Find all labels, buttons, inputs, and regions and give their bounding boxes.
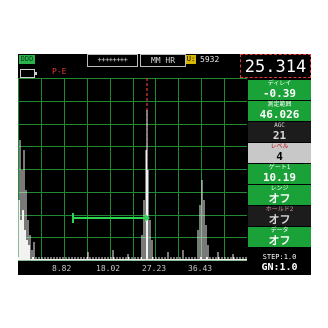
gain-value: GN:1.0 bbox=[261, 262, 298, 273]
battery-icon bbox=[20, 69, 37, 78]
parameter-panel: ディレイ -0.39 測定範囲 46.026 AGC 21 レベル 4 ゲート1… bbox=[248, 80, 311, 275]
x-tick-label: 36.43 bbox=[188, 264, 213, 273]
thickness-reading: 25.314 bbox=[240, 54, 311, 78]
plot-grid bbox=[18, 78, 247, 261]
a-scan-plot: 8.82 18.02 27.23 36.43 bbox=[18, 78, 247, 275]
flaw-detector-screen: DDD ++++++++ MM HR U: 5932 25.314 P-E 8.… bbox=[18, 54, 311, 275]
gate-marker bbox=[72, 213, 150, 223]
channel-badge: DDD bbox=[19, 55, 35, 64]
param-agc[interactable]: AGC 21 bbox=[248, 122, 311, 142]
param-hold2[interactable]: ホールド2 オフ bbox=[248, 206, 311, 226]
x-tick-label: 27.23 bbox=[142, 264, 167, 273]
param-range-toggle[interactable]: レンジ オフ bbox=[248, 185, 311, 205]
u-label: U: bbox=[186, 55, 196, 64]
u-value: 5932 bbox=[200, 55, 220, 64]
param-range[interactable]: 測定範囲 46.026 bbox=[248, 101, 311, 121]
step-gain-readout: STEP:1.0 GN:1.0 bbox=[248, 252, 311, 275]
param-gate1[interactable]: ゲート1 10.19 bbox=[248, 164, 311, 184]
param-delay[interactable]: ディレイ -0.39 bbox=[248, 80, 311, 100]
x-tick-label: 18.02 bbox=[96, 264, 121, 273]
step-value: STEP:1.0 bbox=[262, 253, 297, 261]
x-tick-label: 8.82 bbox=[52, 264, 72, 273]
status-bar: DDD ++++++++ MM HR U: 5932 bbox=[18, 54, 240, 67]
pe-indicator: P-E bbox=[52, 67, 67, 76]
param-data[interactable]: データ オフ bbox=[248, 227, 311, 247]
mode-indicator: MM HR bbox=[140, 54, 186, 67]
a-scan-svg bbox=[18, 78, 247, 261]
param-level[interactable]: レベル 4 bbox=[248, 143, 311, 163]
crosses-indicator: ++++++++ bbox=[87, 54, 138, 67]
